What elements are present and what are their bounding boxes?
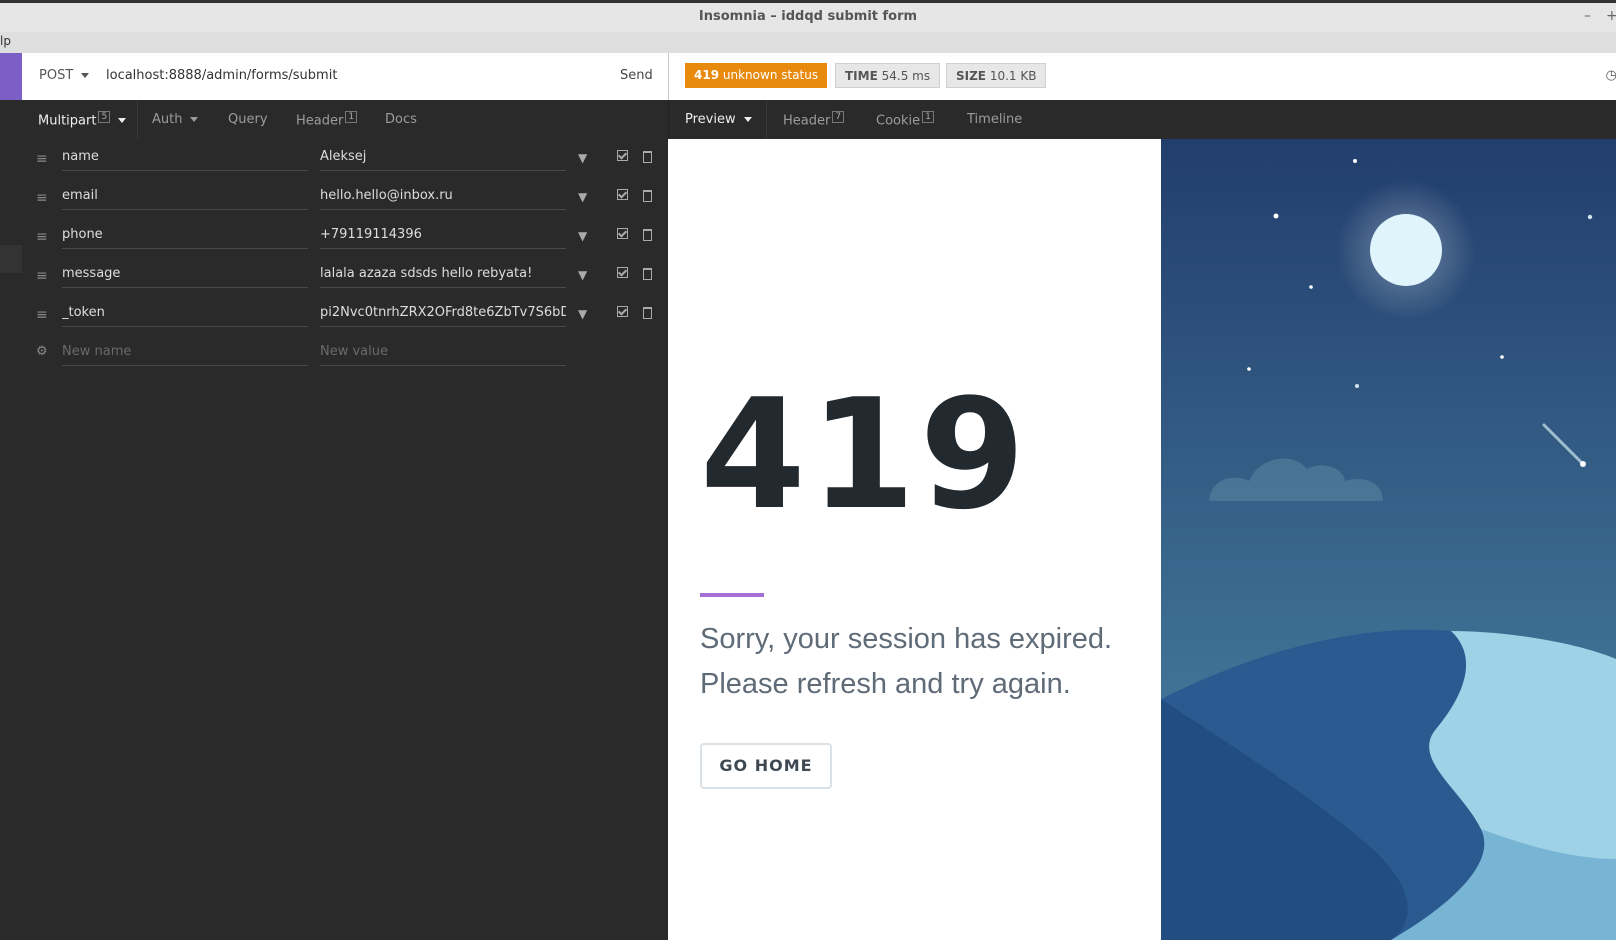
drag-handle-icon[interactable]: ≡ — [36, 229, 48, 245]
go-home-button[interactable]: GO HOME — [700, 743, 832, 789]
field-value-input[interactable]: pi2Nvc0tnrhZRX2OFrd8te6ZbTv7S6bDZRY — [320, 300, 566, 327]
gear-icon[interactable]: ⚙ — [36, 344, 48, 359]
trash-icon[interactable] — [643, 229, 652, 241]
drag-handle-icon[interactable]: ≡ — [36, 307, 48, 323]
form-row: ≡ _token pi2Nvc0tnrhZRX2OFrd8te6ZbTv7S6b… — [22, 295, 668, 335]
trash-icon[interactable] — [643, 190, 652, 202]
tab-docs[interactable]: Docs — [385, 112, 417, 127]
new-name-input[interactable]: New name — [62, 339, 308, 366]
tab-cookie[interactable]: Cookie 1 — [876, 111, 934, 128]
enabled-checkbox-icon[interactable] — [617, 306, 628, 317]
menu-bar: lp — [0, 32, 1616, 54]
menu-item-help[interactable]: lp — [0, 34, 11, 48]
field-name-input[interactable]: message — [62, 261, 308, 288]
maximize-button[interactable]: + — [1606, 8, 1616, 24]
field-name-input[interactable]: name — [62, 144, 308, 171]
tab-divider — [766, 100, 767, 139]
tab-auth[interactable]: Auth — [152, 112, 199, 127]
accent-divider — [700, 593, 764, 597]
chevron-down-icon[interactable]: ▼ — [578, 307, 587, 321]
tab-timeline[interactable]: Timeline — [967, 112, 1022, 127]
minimize-button[interactable]: – — [1584, 8, 1591, 24]
size-badge: SIZE 10.1 KB — [946, 63, 1047, 88]
time-badge: TIME 54.5 ms — [835, 63, 941, 88]
new-form-row: ⚙ New name New value — [22, 334, 668, 374]
url-input[interactable]: localhost:8888/admin/forms/submit — [106, 68, 337, 83]
field-name-input[interactable]: phone — [62, 222, 308, 249]
sidebar-strip — [0, 53, 23, 940]
chevron-down-icon — [81, 73, 90, 78]
chevron-down-icon[interactable]: ▼ — [578, 151, 587, 165]
drag-handle-icon[interactable]: ≡ — [36, 268, 48, 284]
form-row: ≡ phone +79119114396 ▼ — [22, 217, 668, 257]
enabled-checkbox-icon[interactable] — [617, 267, 628, 278]
response-tabs: Preview Header 7 Cookie 1 Timeline — [668, 100, 1616, 140]
night-desert-illustration — [1161, 139, 1616, 940]
window-titlebar: Insomnia – iddqd submit form – + — [0, 0, 1616, 32]
chevron-down-icon[interactable]: ▼ — [578, 190, 587, 204]
field-name-input[interactable]: _token — [62, 300, 308, 327]
send-button[interactable]: Send — [620, 68, 653, 83]
chevron-down-icon — [118, 118, 127, 124]
drag-handle-icon[interactable]: ≡ — [36, 151, 48, 167]
enabled-checkbox-icon[interactable] — [617, 228, 628, 239]
tab-multipart[interactable]: Multipart 5 — [38, 111, 127, 128]
multipart-editor: ≡ name Aleksej ▼ ≡ email hello.hello@inb… — [22, 139, 668, 940]
chevron-down-icon[interactable]: ▼ — [578, 229, 587, 243]
form-row: ≡ name Aleksej ▼ — [22, 139, 668, 179]
chevron-down-icon — [743, 117, 752, 122]
enabled-checkbox-icon[interactable] — [617, 150, 628, 161]
tab-response-header[interactable]: Header 7 — [783, 111, 845, 128]
response-preview: 419 Sorry, your session has expired. Ple… — [668, 139, 1616, 940]
field-value-input[interactable]: hello.hello@inbox.ru — [320, 183, 566, 210]
drag-handle-icon[interactable]: ≡ — [36, 190, 48, 206]
field-name-input[interactable]: email — [62, 183, 308, 210]
tab-divider — [137, 100, 138, 139]
field-value-input[interactable]: Aleksej — [320, 144, 566, 171]
window-title: Insomnia – iddqd submit form — [698, 9, 918, 24]
status-badge: 419 unknown status — [685, 63, 828, 88]
sidebar-active-item[interactable] — [0, 53, 22, 100]
tab-header[interactable]: Header 1 — [296, 111, 358, 128]
chevron-down-icon — [190, 117, 199, 122]
field-value-input[interactable]: lalala azaza sdsds hello rebyata! — [320, 261, 566, 288]
trash-icon[interactable] — [643, 307, 652, 319]
request-tabs: Multipart 5 Auth Query Header 1 Docs — [22, 100, 668, 140]
error-code: 419 — [700, 366, 1030, 543]
error-message: Sorry, your session has expired. Please … — [700, 623, 1113, 700]
clock-icon[interactable]: ◷ — [1606, 68, 1616, 83]
trash-icon[interactable] — [643, 151, 652, 163]
field-value-input[interactable]: +79119114396 — [320, 222, 566, 249]
trash-icon[interactable] — [643, 268, 652, 280]
form-row: ≡ message lalala azaza sdsds hello rebya… — [22, 256, 668, 296]
chevron-down-icon[interactable]: ▼ — [578, 268, 587, 282]
response-meta-bar: 419 unknown status TIME 54.5 ms SIZE 10.… — [668, 53, 1616, 101]
url-bar: POST localhost:8888/admin/forms/submit S… — [22, 53, 668, 101]
tab-preview[interactable]: Preview — [685, 112, 752, 127]
sidebar-item[interactable] — [0, 245, 22, 273]
new-value-input[interactable]: New value — [320, 339, 566, 366]
method-dropdown[interactable]: POST — [39, 68, 90, 83]
enabled-checkbox-icon[interactable] — [617, 189, 628, 200]
form-row: ≡ email hello.hello@inbox.ru ▼ — [22, 178, 668, 218]
tab-query[interactable]: Query — [228, 112, 268, 127]
